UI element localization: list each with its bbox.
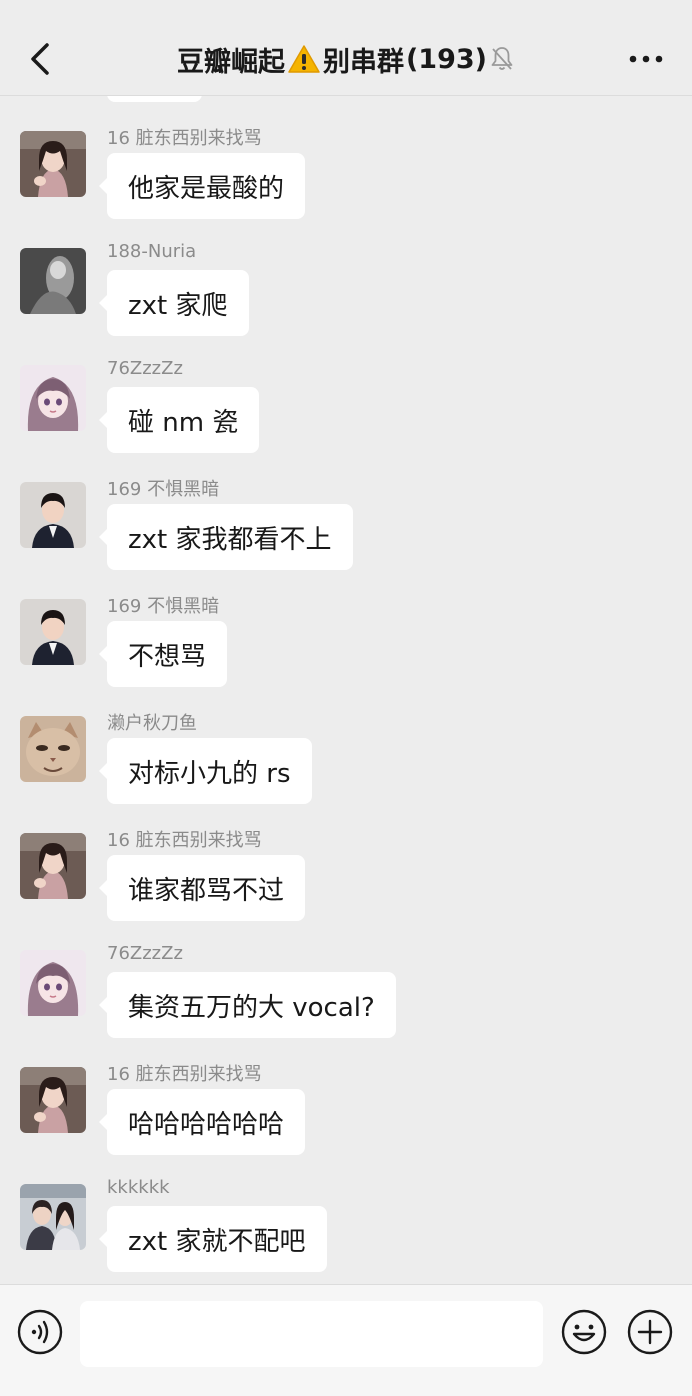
back-button[interactable] [22, 40, 58, 78]
chat-message: 169 不惧黑暗 不想骂 [0, 564, 692, 687]
man-suit-avatar-icon [20, 482, 86, 548]
avatar[interactable] [20, 482, 86, 548]
chat-message: 188-Nuria zxt 家爬 [0, 213, 692, 336]
sender-name: 16 脏东西别来找骂 [107, 830, 262, 851]
message-bubble[interactable]: zxt 家我都看不上 [99, 504, 353, 570]
message-bubble[interactable]: 谁家都骂不过 [98, 855, 306, 921]
sender-name: kkkkkk [107, 1177, 170, 1198]
sender-name: 濑户秋刀鱼 [107, 713, 197, 734]
sender-name: 16 脏东西别来找骂 [107, 128, 262, 149]
voice-icon [17, 1309, 63, 1355]
chat-message: 16 脏东西别来找骂 谁家都骂不过 [0, 798, 692, 921]
plus-icon [627, 1309, 673, 1355]
warning-icon [288, 45, 320, 73]
anime-girl-avatar-icon [20, 365, 86, 431]
message-bubble[interactable]: 他家是最酸的 [98, 153, 306, 219]
chat-message: 16 脏东西别来找骂 哈哈哈哈哈哈 [0, 1032, 692, 1155]
girl-avatar-a-icon [20, 1067, 86, 1133]
sender-name: 76ZzzZz [107, 358, 183, 379]
chat-message: 76ZzzZz 集资五万的大 vocal? [0, 915, 692, 1038]
avatar[interactable] [20, 1067, 86, 1133]
chevron-left-icon [31, 43, 49, 75]
avatar[interactable] [20, 950, 86, 1016]
chat-message: 濑户秋刀鱼 对标小九的 rs [0, 681, 692, 804]
chat-message: 169 不惧黑暗 zxt 家我都看不上 [0, 447, 692, 570]
two-people-avatar-icon [20, 1184, 86, 1250]
avatar[interactable] [20, 716, 86, 782]
chat-message: 16 脏东西别来找骂 他家是最酸的 [0, 96, 692, 219]
message-bubble[interactable]: zxt 家爬 [99, 270, 249, 336]
emoji-button[interactable] [561, 1309, 607, 1355]
avatar[interactable] [20, 833, 86, 899]
message-bubble[interactable]: 哈哈哈哈哈哈 [98, 1089, 306, 1155]
member-count: (193) [405, 43, 488, 75]
group-name-suffix: 别串群 [322, 46, 404, 78]
message-bubble[interactable]: 碰 nm 瓷 [98, 387, 260, 453]
sender-name: 169 不惧黑暗 [107, 479, 220, 500]
sender-name: 16 脏东西别来找骂 [107, 1064, 262, 1085]
more-functions-button[interactable] [627, 1309, 673, 1355]
chat-message: 76ZzzZz 碰 nm 瓷 [0, 330, 692, 453]
chat-message: kkkkkk zxt 家就不配吧 [0, 1149, 692, 1272]
sender-name: 76ZzzZz [107, 943, 183, 964]
input-bar [0, 1284, 692, 1396]
voice-button[interactable] [17, 1309, 63, 1355]
message-bubble[interactable]: zxt 家就不配吧 [99, 1206, 327, 1272]
avatar[interactable] [20, 248, 86, 314]
avatar[interactable] [20, 131, 86, 197]
anime-girl-avatar-icon [20, 950, 86, 1016]
more-button[interactable] [626, 44, 666, 74]
message-bubble[interactable]: 不想骂 [98, 621, 228, 687]
group-name: 豆瓣崛起 [176, 46, 285, 78]
grayscale-avatar-icon [20, 248, 86, 314]
message-list[interactable]: 16 脏东西别来找骂 他家是最酸的 188-Nuria zxt 家爬 76Zzz… [0, 96, 692, 1284]
sender-name: 188-Nuria [107, 241, 197, 262]
chat-header: 豆瓣崛起 别串群 (193) [0, 0, 692, 96]
bell-muted-icon [491, 47, 513, 70]
message-bubble[interactable]: 集资五万的大 vocal? [99, 972, 396, 1038]
more-dots-icon [629, 55, 663, 63]
chat-title: 豆瓣崛起 别串群 (193) [0, 40, 692, 78]
message-input[interactable] [80, 1301, 543, 1367]
avatar[interactable] [20, 365, 86, 431]
avatar[interactable] [20, 599, 86, 665]
girl-avatar-a-icon [20, 833, 86, 899]
man-suit-avatar-icon [20, 599, 86, 665]
message-bubble[interactable]: 对标小九的 rs [99, 738, 312, 804]
avatar[interactable] [20, 1184, 86, 1250]
girl-avatar-a-icon [20, 131, 86, 197]
sender-name: 169 不惧黑暗 [107, 596, 220, 617]
cat-avatar-icon [20, 716, 86, 782]
emoji-icon [561, 1309, 607, 1355]
